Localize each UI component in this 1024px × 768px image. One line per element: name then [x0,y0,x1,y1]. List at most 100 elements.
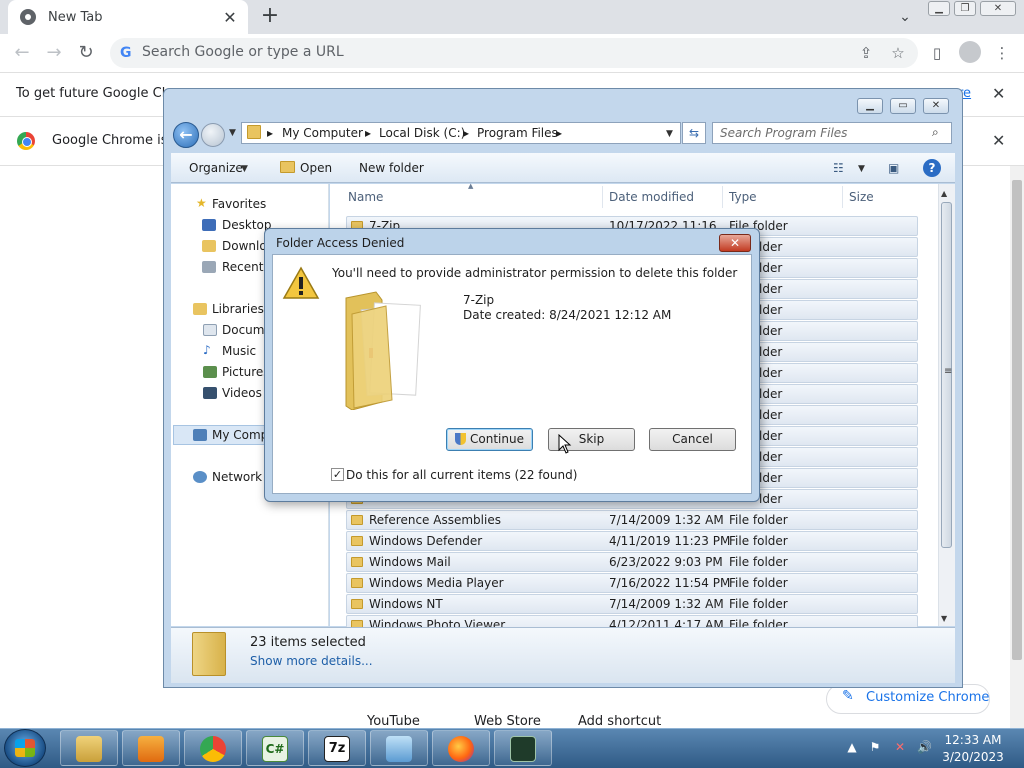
volume-icon[interactable]: 🔊 [917,740,932,754]
address-history-chevron-icon[interactable]: ▼ [666,129,673,139]
breadcrumb-sep-icon[interactable]: ▸ [556,126,562,140]
column-separator[interactable] [842,186,843,208]
chrome-tab-favicon-icon [20,9,36,25]
side-panel-icon[interactable]: ▯ [926,42,948,64]
explorer-maximize-icon[interactable]: ▭ [890,98,916,114]
column-type[interactable]: Type [729,184,757,210]
forward-arrow-icon[interactable]: → [42,41,66,65]
tab-close-icon[interactable]: ✕ [220,8,240,27]
dialog-close-icon[interactable]: ✕ [719,234,751,252]
infobar2-close-icon[interactable]: ✕ [992,131,1005,150]
folder-icon [351,599,363,609]
column-date-modified[interactable]: Date modified [609,184,694,210]
restore-window-icon[interactable]: ❐ [954,1,976,16]
row-type-partial: lder [759,366,783,380]
desktop-icon [202,219,216,231]
nav-network[interactable]: Network [212,470,262,484]
infobar-close-icon[interactable]: ✕ [992,84,1005,103]
view-options-icon[interactable]: ☷ [833,161,844,175]
row-type-partial: lder [759,429,783,443]
organize-chevron-icon[interactable]: ▼ [241,164,248,174]
uac-shield-icon [455,433,467,445]
explorer-forward-icon[interactable] [201,123,225,147]
close-window-icon[interactable]: ✕ [980,1,1016,16]
chrome-icon [200,736,226,762]
clock-date[interactable]: 3/20/2023 [940,750,1006,764]
dialog-item-name: 7-Zip [463,293,495,307]
dialog-item-date: Date created: 8/24/2021 12:12 AM [463,308,672,322]
search-icon[interactable]: ⌕ [932,125,939,140]
column-name[interactable]: Name [348,184,383,210]
infobar-text: To get future Google Chro [16,86,183,101]
nav-pictures[interactable]: Pictures [222,365,270,379]
breadcrumb-my-computer[interactable]: My Computer [282,126,363,140]
explorer-close-icon[interactable]: ✕ [923,98,949,114]
nav-libraries[interactable]: Libraries [212,302,264,316]
breadcrumb-sep-icon[interactable]: ▸ [365,126,371,140]
omnibox-placeholder[interactable]: Search Google or type a URL [142,44,344,60]
music-icon: ♪ [203,343,211,357]
search-placeholder[interactable]: Search Program Files [720,126,847,140]
recent-pages-chevron-icon[interactable]: ▼ [229,128,236,138]
cancel-button[interactable]: Cancel [649,428,736,451]
nav-my-computer[interactable]: My Comp [212,428,268,442]
new-tab-button[interactable]: + [258,4,282,28]
explorer-back-icon[interactable]: ← [173,122,199,148]
apply-to-all-label[interactable]: Do this for all current items (22 found) [346,468,577,482]
chrome-menu-icon[interactable]: ⋮ [991,42,1013,64]
scroll-down-icon[interactable]: ▼ [941,614,947,623]
selection-count: 23 items selected [250,635,366,650]
nav-music[interactable]: Music [222,344,256,358]
column-size[interactable]: Size [849,184,874,210]
nav-favorites[interactable]: Favorites [212,197,266,211]
firefox-icon [448,736,474,762]
shortcut-web-store[interactable]: Web Store [474,714,541,729]
row-date: 6/23/2022 9:03 PM [609,555,723,569]
chrome-scrollbar-thumb[interactable] [1012,180,1022,660]
open-button[interactable]: Open [300,161,332,175]
tab-title: New Tab [48,9,103,25]
organize-button[interactable]: Organize [189,161,243,175]
shortcut-youtube[interactable]: YouTube [367,714,420,729]
row-type: File folder [729,576,788,590]
action-center-icon[interactable]: ⚑ [868,740,882,754]
row-type-partial: lder [759,408,783,422]
back-arrow-icon[interactable]: ← [10,41,34,65]
tab-search-chevron-icon[interactable]: ⌄ [894,6,916,28]
breadcrumb-program-files[interactable]: Program Files [477,126,558,140]
breadcrumb-sep-icon[interactable]: ▸ [463,126,469,140]
reload-icon[interactable]: ↻ [74,41,98,65]
refresh-icon[interactable]: ⇆ [682,122,706,144]
preview-pane-icon[interactable]: ▣ [888,161,899,175]
new-folder-button[interactable]: New folder [359,161,424,175]
tab-new-tab[interactable]: New Tab ✕ [8,0,248,34]
bookmark-star-icon[interactable]: ☆ [887,42,909,64]
shortcut-add[interactable]: Add shortcut [578,714,661,729]
column-separator[interactable] [602,186,603,208]
column-separator[interactable] [722,186,723,208]
show-more-details-link[interactable]: Show more details... [250,654,373,668]
share-icon[interactable]: ⇪ [855,42,877,64]
view-chevron-icon[interactable]: ▼ [858,164,865,174]
help-icon[interactable]: ? [923,159,941,177]
scroll-up-icon[interactable]: ▲ [941,189,947,198]
row-date: 7/16/2022 11:54 PM [609,576,731,590]
nav-downloads[interactable]: Downlo [222,239,267,253]
clock-time[interactable]: 12:33 AM [940,733,1006,747]
breadcrumb-sep-icon[interactable]: ▸ [267,126,273,140]
dialog-message: You'll need to provide administrator per… [332,266,738,280]
customize-chrome-label[interactable]: Customize Chrome [866,690,989,705]
breadcrumb-local-disk[interactable]: Local Disk (C:) [379,126,465,140]
nav-videos[interactable]: Videos [222,386,262,400]
show-hidden-icons-icon[interactable]: ▲ [845,740,859,754]
row-name: Windows Defender [369,534,483,548]
apply-to-all-checkbox[interactable]: ✓ [331,468,344,481]
row-name: Windows Media Player [369,576,504,590]
pictures-icon [203,366,217,378]
profile-avatar[interactable] [959,41,981,63]
minimize-window-icon[interactable]: ▁ [928,1,950,16]
continue-button[interactable]: Continue [446,428,533,451]
network-error-icon[interactable]: ✕ [893,740,907,754]
row-type: File folder [729,534,788,548]
explorer-minimize-icon[interactable]: ▁ [857,98,883,114]
